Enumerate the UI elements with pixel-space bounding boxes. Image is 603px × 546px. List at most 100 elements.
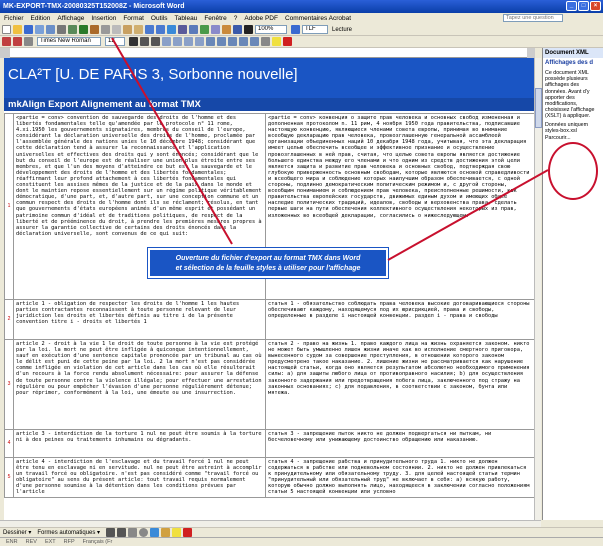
document-header-subtitle: mkAlign Export Alignement au format TMX [4, 98, 534, 111]
tables-borders-icon[interactable] [178, 25, 187, 34]
show-hide-icon[interactable] [244, 25, 253, 34]
source-segment-fr[interactable]: article 1 - obligation de respecter les … [13, 299, 266, 340]
menu-adobe-pdf[interactable]: Adobe PDF [244, 15, 278, 22]
rectangle-tool-icon[interactable] [128, 528, 138, 537]
insert-excel-icon[interactable] [200, 25, 209, 34]
wordart-icon[interactable] [161, 528, 171, 537]
source-segment-fr[interactable]: article 2 - droit à la vie 1 le droit de… [13, 339, 266, 430]
format-painter-icon[interactable] [134, 25, 143, 34]
review-icon[interactable] [24, 37, 33, 46]
menu-help[interactable]: ? [234, 15, 238, 22]
align-right-icon[interactable] [184, 37, 193, 46]
pdf-mail-icon[interactable] [13, 37, 22, 46]
horizontal-scrollbar[interactable] [0, 520, 541, 527]
drawing-icon[interactable] [222, 25, 231, 34]
style-combo[interactable]: TLF [302, 25, 328, 34]
email-icon[interactable] [46, 25, 55, 34]
menu-affichage[interactable]: Affichage [57, 15, 84, 22]
border-icon[interactable] [261, 37, 270, 46]
numbering-icon[interactable] [217, 37, 226, 46]
ask-question-input[interactable]: Tapez une question [503, 14, 563, 22]
line-color-icon[interactable] [183, 528, 193, 537]
cut-icon[interactable] [101, 25, 110, 34]
target-segment-ru[interactable]: статья 1 - обязательство соблюдать права… [265, 299, 534, 340]
redo-icon[interactable] [156, 25, 165, 34]
bullets-icon[interactable] [228, 37, 237, 46]
font-combo[interactable]: Times New Roman [37, 37, 101, 46]
print-preview-icon[interactable] [68, 25, 77, 34]
menu-fichier[interactable]: Fichier [4, 15, 24, 22]
paste-icon[interactable] [123, 25, 132, 34]
document-map-icon[interactable] [233, 25, 242, 34]
status-enr[interactable]: ENR [6, 539, 18, 545]
menu-commentaires-acrobat[interactable]: Commentaires Acrobat [285, 15, 351, 22]
status-rev[interactable]: REV [26, 539, 37, 545]
textbox-tool-icon[interactable] [150, 528, 160, 537]
copy-icon[interactable] [112, 25, 121, 34]
pane-header[interactable]: Document XML [543, 48, 603, 58]
underline-icon[interactable] [151, 37, 160, 46]
status-ext[interactable]: EXT [45, 539, 56, 545]
target-segment-ru[interactable]: статья 2 - право на жизнь 1. право каждо… [265, 339, 534, 430]
insert-table-icon[interactable] [189, 25, 198, 34]
menu-fenetre[interactable]: Fenêtre [204, 15, 226, 22]
arrow-tool-icon[interactable] [117, 528, 127, 537]
align-center-icon[interactable] [173, 37, 182, 46]
line-spacing-icon[interactable] [206, 37, 215, 46]
source-segment-fr[interactable]: article 3 - interdiction de la torture 1… [13, 429, 266, 458]
status-language[interactable]: Français (Fr [83, 539, 113, 545]
document-header-title: CLA²T [U. DE PARIS 3, Sorbonne nouvelle] [8, 66, 298, 83]
horizontal-ruler[interactable] [0, 48, 535, 58]
align-left-icon[interactable] [162, 37, 171, 46]
row-number: 5 [4, 457, 14, 498]
oval-tool-icon[interactable] [139, 528, 149, 537]
status-bar: ENR REV EXT RFP Français (Fr [0, 537, 603, 546]
zoom-combo[interactable]: 100% [255, 25, 287, 34]
table-row: 5 article 4 - interdiction de l'esclavag… [4, 457, 534, 498]
menu-edition[interactable]: Edition [31, 15, 51, 22]
hyperlink-icon[interactable] [167, 25, 176, 34]
menu-insertion[interactable]: Insertion [91, 15, 116, 22]
minimize-button[interactable]: _ [566, 1, 577, 11]
permission-icon[interactable] [35, 25, 44, 34]
open-folder-icon[interactable] [13, 25, 22, 34]
document-page[interactable]: CLA²T [U. DE PARIS 3, Sorbonne nouvelle]… [4, 58, 534, 520]
highlight-icon[interactable] [272, 37, 281, 46]
maximize-button[interactable]: □ [578, 1, 589, 11]
callout-line-1: Ouverture du fichier d'export au format … [175, 255, 361, 262]
help-icon[interactable] [291, 25, 300, 34]
decrease-indent-icon[interactable] [239, 37, 248, 46]
fill-color-icon[interactable] [172, 528, 182, 537]
save-icon[interactable] [24, 25, 33, 34]
columns-icon[interactable] [211, 25, 220, 34]
undo-icon[interactable] [145, 25, 154, 34]
new-document-icon[interactable] [2, 25, 11, 34]
draw-menu-button[interactable]: Dessiner ▾ [3, 529, 31, 536]
callout-line-2: et sélection de la feuille styles à util… [175, 265, 361, 272]
menu-format[interactable]: Format [123, 15, 144, 22]
title-bar: MK-EXPORT-TMX-20080325T152008Z - Microso… [0, 0, 603, 13]
scroll-thumb[interactable] [535, 88, 542, 128]
increase-indent-icon[interactable] [250, 37, 259, 46]
research-icon[interactable] [90, 25, 99, 34]
menu-outils[interactable]: Outils [151, 15, 168, 22]
target-segment-ru[interactable]: статья 3 - запрещение пыток никто не дол… [265, 429, 534, 458]
close-button[interactable]: × [590, 1, 601, 11]
browse-link[interactable]: Parcourir... [543, 135, 603, 142]
source-segment-fr[interactable]: article 4 - interdiction de l'esclavage … [13, 457, 266, 498]
font-color-icon[interactable] [283, 37, 292, 46]
print-icon[interactable] [57, 25, 66, 34]
menu-tableau[interactable]: Tableau [175, 15, 198, 22]
vertical-scrollbar[interactable] [534, 58, 542, 520]
target-segment-ru[interactable]: статья 4 - запрещение рабства и принудит… [265, 457, 534, 498]
pdf-convert-icon[interactable] [2, 37, 11, 46]
line-tool-icon[interactable] [106, 528, 116, 537]
status-rfp[interactable]: RFP [64, 539, 75, 545]
read-mode-button[interactable]: Lecture [332, 27, 352, 33]
italic-icon[interactable] [140, 37, 149, 46]
autoshapes-button[interactable]: Formes automatiques ▾ [37, 529, 100, 536]
bold-icon[interactable] [129, 37, 138, 46]
spelling-icon[interactable] [79, 25, 88, 34]
font-size-combo[interactable]: 12 [105, 37, 125, 46]
justify-icon[interactable] [195, 37, 204, 46]
